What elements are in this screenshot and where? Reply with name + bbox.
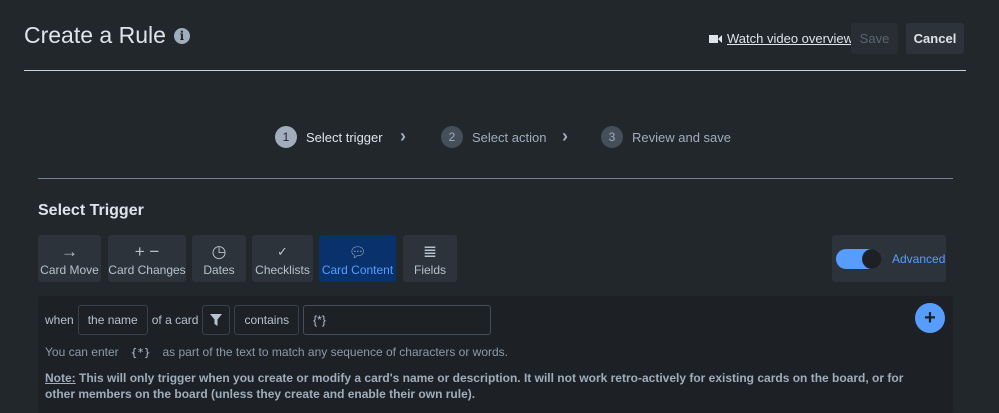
- hint-before: You can enter: [45, 345, 119, 359]
- clock-icon: ◷: [211, 241, 227, 261]
- trigger-type-label: Card Move: [40, 262, 99, 277]
- trigger-type-card-content[interactable]: 💬︎ Card Content: [319, 235, 396, 282]
- save-button[interactable]: Save: [851, 23, 898, 54]
- plus-icon: +: [924, 306, 936, 329]
- page-title-text: Create a Rule: [24, 22, 166, 48]
- watch-video-label: Watch video overview: [727, 31, 853, 46]
- watch-video-link[interactable]: Watch video overview: [709, 31, 853, 46]
- trigger-type-card-move[interactable]: → Card Move: [38, 235, 101, 282]
- add-trigger-button[interactable]: +: [915, 303, 945, 333]
- hint-text: You can enter {*} as part of the text to m…: [45, 345, 508, 359]
- note-label: Note:: [45, 371, 76, 385]
- step-label: Select action: [472, 129, 547, 145]
- filter-icon: [210, 314, 223, 326]
- trigger-type-label: Fields: [413, 262, 446, 277]
- hint-after: as part of the text to match any sequenc…: [162, 345, 509, 359]
- operator-select[interactable]: contains: [234, 305, 300, 335]
- trigger-type-card-changes[interactable]: + − Card Changes: [108, 235, 186, 282]
- step-label: Select trigger: [306, 129, 383, 145]
- step-number: 2: [441, 126, 463, 148]
- step-select-trigger: 1 Select trigger: [275, 126, 383, 148]
- step-number: 3: [601, 126, 623, 148]
- filter-button[interactable]: [202, 305, 231, 335]
- of-card-label: of a card: [151, 313, 199, 327]
- note-text: Note: This will only trigger when you cr…: [45, 370, 905, 402]
- note-body: This will only trigger when you create o…: [45, 371, 904, 401]
- step-review-save: 3 Review and save: [601, 126, 731, 148]
- cancel-button[interactable]: Cancel: [906, 23, 964, 54]
- trigger-type-label: Card Changes: [108, 262, 186, 277]
- info-icon[interactable]: i: [173, 27, 190, 44]
- value-input[interactable]: {*}: [303, 305, 492, 335]
- arrow-right-icon: →: [61, 241, 78, 261]
- check-icon: ✓: [277, 243, 288, 259]
- speech-bubble-icon: 💬︎: [348, 243, 367, 260]
- section-title: Select Trigger: [38, 202, 144, 219]
- stepper-divider: [38, 178, 953, 179]
- plus-minus-icon: + −: [134, 241, 160, 261]
- trigger-type-dates[interactable]: ◷ Dates: [192, 235, 246, 282]
- lines-icon: ≣: [422, 241, 438, 261]
- chevron-right-icon: ›: [562, 126, 568, 146]
- hint-code: {*}: [130, 346, 151, 359]
- trigger-type-label: Dates: [203, 262, 235, 277]
- advanced-toggle[interactable]: [836, 248, 882, 269]
- advanced-toggle-panel: Advanced: [832, 235, 946, 282]
- trigger-type-checklists[interactable]: ✓ Checklists: [252, 235, 313, 282]
- trigger-row: when the name of a card contains {*}: [45, 305, 492, 335]
- step-number: 1: [275, 126, 297, 148]
- field-select[interactable]: the name: [77, 305, 148, 335]
- step-label: Review and save: [632, 129, 731, 145]
- advanced-label: Advanced: [892, 251, 946, 266]
- video-camera-icon: [709, 34, 722, 43]
- when-label: when: [45, 313, 74, 327]
- trigger-type-fields[interactable]: ≣ Fields: [403, 235, 457, 282]
- header-divider: [24, 70, 966, 71]
- trigger-type-label: Card Content: [321, 262, 394, 277]
- page-title: Create a Rule i: [24, 22, 190, 49]
- chevron-right-icon: ›: [400, 126, 406, 146]
- trigger-type-label: Checklists: [255, 262, 310, 277]
- step-select-action: 2 Select action: [441, 126, 546, 148]
